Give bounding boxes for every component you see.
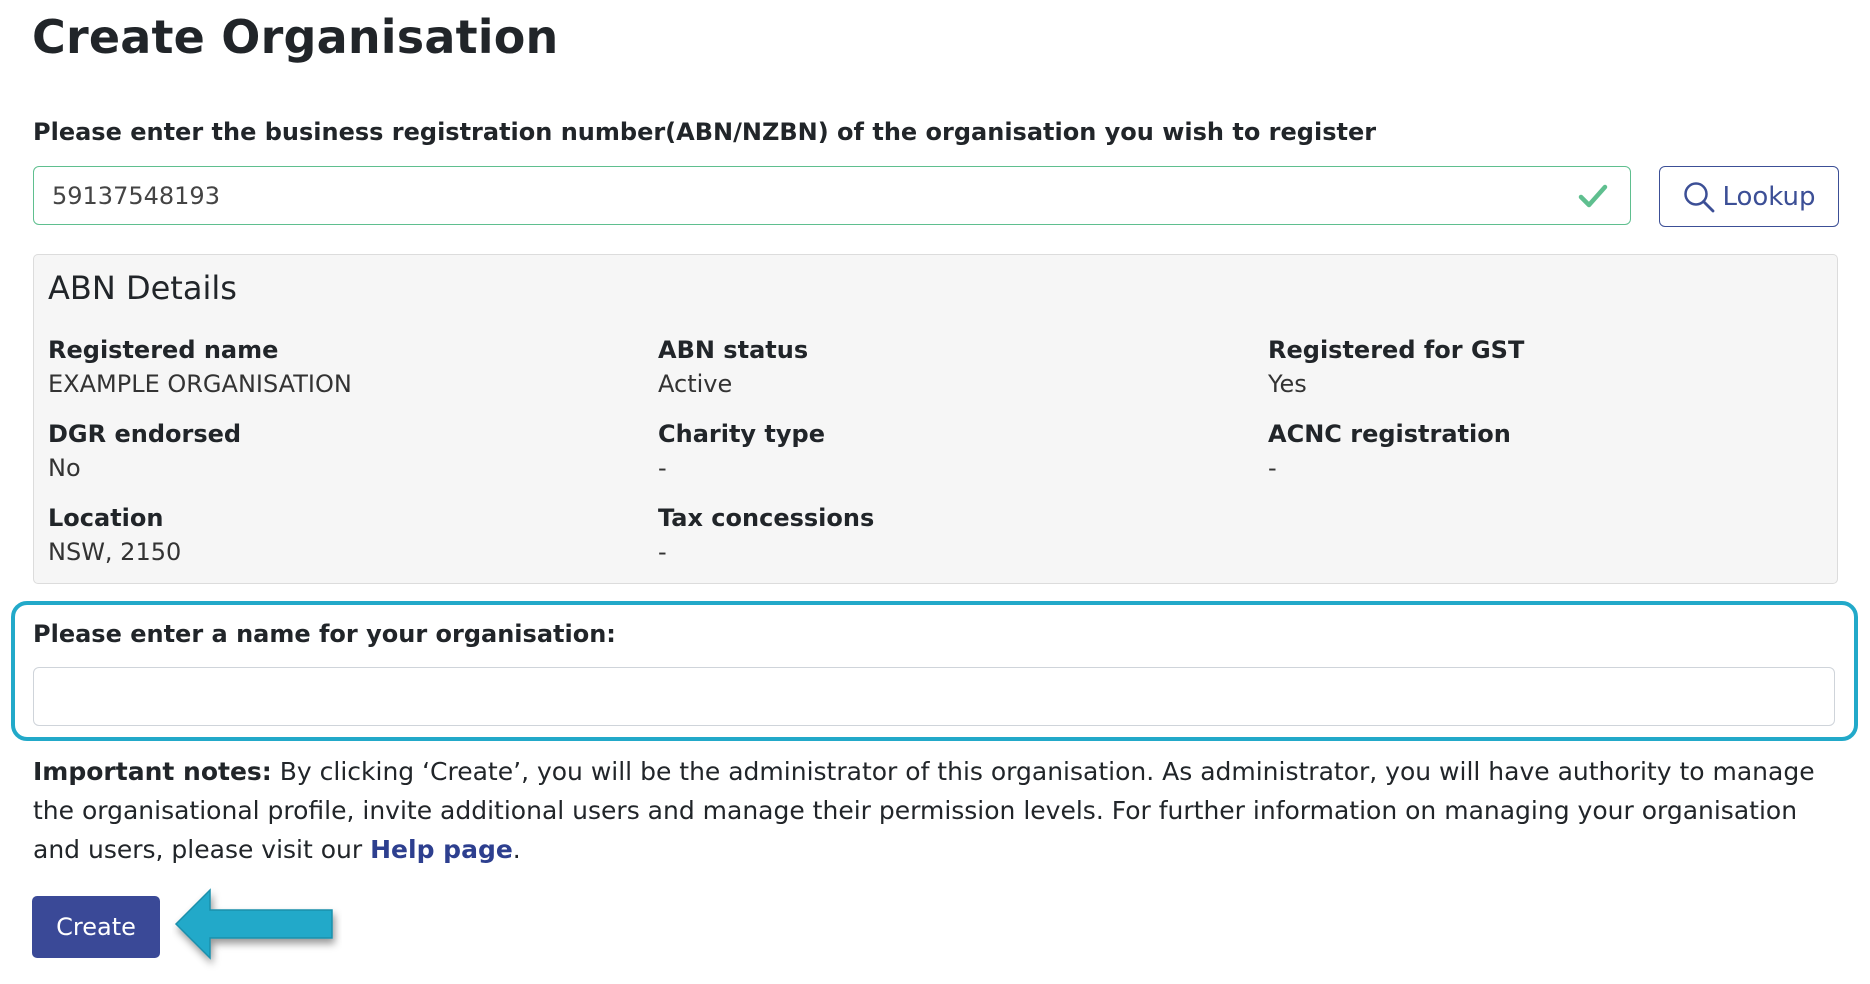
field-label: Tax concessions <box>658 504 875 532</box>
field-value: Active <box>658 370 733 398</box>
important-notes: Important notes: By clicking ‘Create’, y… <box>33 752 1843 869</box>
notes-end: . <box>512 835 521 864</box>
field-value: - <box>658 454 667 482</box>
field-tax-concessions: Tax concessions - <box>658 501 1218 569</box>
lookup-button-label: Lookup <box>1722 181 1816 212</box>
field-registered-for-gst: Registered for GST Yes <box>1268 333 1828 401</box>
org-name-highlight: Please enter a name for your organisatio… <box>11 601 1858 741</box>
field-acnc-registration: ACNC registration - <box>1268 417 1828 485</box>
notes-heading: Important notes: <box>33 757 272 786</box>
field-value: Yes <box>1268 370 1307 398</box>
field-charity-type: Charity type - <box>658 417 1218 485</box>
check-icon <box>1578 184 1608 208</box>
field-label: ABN status <box>658 336 809 364</box>
org-name-input[interactable] <box>33 667 1835 726</box>
field-value: - <box>1268 454 1277 482</box>
field-value: EXAMPLE ORGANISATION <box>48 370 352 398</box>
field-label: ACNC registration <box>1268 420 1511 448</box>
abn-details-title: ABN Details <box>48 269 237 307</box>
field-registered-name: Registered name EXAMPLE ORGANISATION <box>48 333 608 401</box>
field-value: NSW, 2150 <box>48 538 182 566</box>
field-abn-status: ABN status Active <box>658 333 1218 401</box>
org-name-label: Please enter a name for your organisatio… <box>33 620 616 648</box>
create-button[interactable]: Create <box>32 896 160 958</box>
abn-input[interactable] <box>34 167 1630 224</box>
field-value: - <box>658 538 667 566</box>
help-page-link[interactable]: Help page <box>370 835 513 864</box>
abn-input-wrapper <box>33 166 1631 225</box>
field-label: DGR endorsed <box>48 420 242 448</box>
field-location: Location NSW, 2150 <box>48 501 608 569</box>
field-dgr-endorsed: DGR endorsed No <box>48 417 608 485</box>
field-value: No <box>48 454 81 482</box>
notes-text: By clicking ‘Create’, you will be the ad… <box>33 757 1815 864</box>
field-label: Registered for GST <box>1268 336 1525 364</box>
arrow-left-icon <box>174 888 333 960</box>
field-label: Location <box>48 504 164 532</box>
lookup-button[interactable]: Lookup <box>1659 166 1839 227</box>
page-title: Create Organisation <box>32 10 559 64</box>
abn-label: Please enter the business registration n… <box>33 118 1377 146</box>
field-label: Registered name <box>48 336 279 364</box>
search-icon <box>1684 181 1715 212</box>
abn-details-panel: ABN Details Registered name EXAMPLE ORGA… <box>33 254 1838 584</box>
field-label: Charity type <box>658 420 826 448</box>
